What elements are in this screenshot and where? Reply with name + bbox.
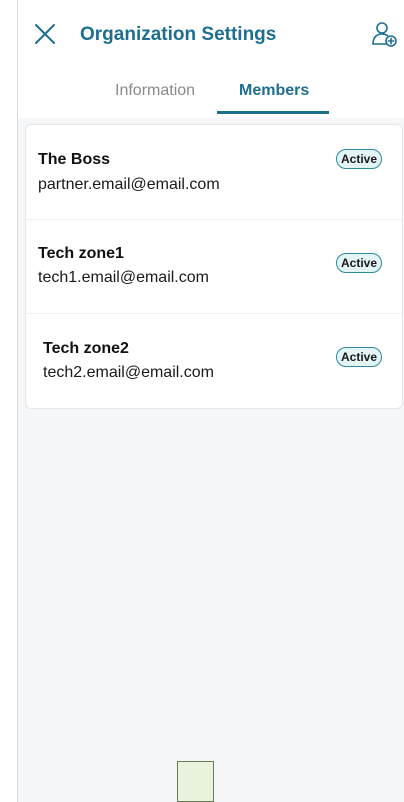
app-screen: Organization Settings Information Member… — [17, 0, 404, 802]
bottom-handle — [177, 761, 214, 802]
add-user-icon[interactable] — [370, 20, 398, 48]
status-badge: Active — [336, 253, 382, 273]
member-row-tech-zone1[interactable]: Tech zone1 tech1.email@email.com Active — [26, 220, 402, 314]
member-name: The Boss — [38, 151, 111, 168]
tab-information[interactable]: Information — [115, 82, 195, 100]
header-bar: Organization Settings — [18, 0, 404, 72]
page-title: Organization Settings — [80, 24, 277, 45]
member-email: tech1.email@email.com — [38, 269, 209, 286]
member-row-tech-zone2[interactable]: Tech zone2 tech2.email@email.com Active — [26, 314, 402, 408]
close-icon[interactable] — [32, 21, 58, 47]
member-row-the-boss[interactable]: The Boss partner.email@email.com Active — [26, 125, 402, 219]
member-name: Tech zone1 — [38, 245, 124, 262]
status-badge: Active — [336, 149, 382, 169]
members-list: The Boss partner.email@email.com Active … — [25, 124, 403, 409]
active-tab-indicator — [217, 111, 329, 114]
members-content: The Boss partner.email@email.com Active … — [18, 118, 404, 802]
member-email: partner.email@email.com — [38, 176, 220, 193]
tab-members[interactable]: Members — [239, 82, 309, 100]
tab-bar: Information Members — [18, 76, 404, 114]
member-email: tech2.email@email.com — [43, 364, 214, 381]
member-name: Tech zone2 — [43, 340, 129, 357]
status-badge: Active — [336, 347, 382, 367]
